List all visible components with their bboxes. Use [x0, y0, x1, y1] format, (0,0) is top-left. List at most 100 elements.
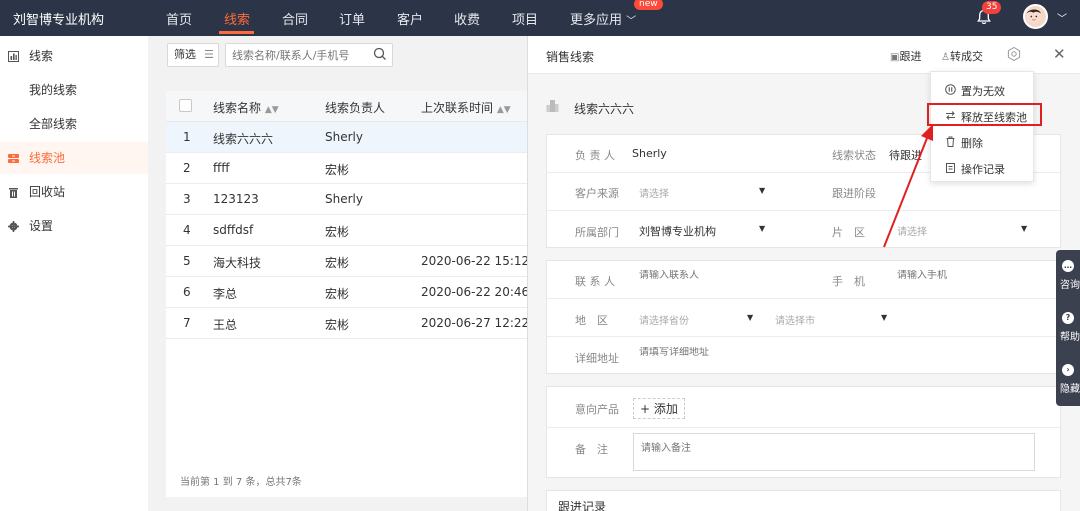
- pagination-summary: 当前第 1 到 7 条，总共7条: [180, 477, 302, 488]
- sidebar-item-all-leads[interactable]: 全部线索: [0, 108, 148, 140]
- last-contact-cell: 2020-06-27 12:22: [421, 316, 530, 330]
- brand-name[interactable]: 刘智博专业机构: [13, 9, 104, 28]
- remark-label: 备 注: [575, 443, 608, 456]
- user-icon: ♙: [941, 52, 950, 63]
- column-header-name[interactable]: 线索名称 ▲▼: [213, 99, 279, 116]
- search-input[interactable]: [225, 43, 393, 67]
- nav-more-apps[interactable]: 更多应用 ﹀: [570, 9, 636, 28]
- nav-orders[interactable]: 订单: [339, 9, 365, 28]
- menu-item-label: 操作记录: [961, 163, 1005, 176]
- table-row[interactable]: 1 线索六六六 Sherly: [166, 122, 528, 153]
- avatar-chevron-down-icon[interactable]: ﹀: [1057, 10, 1067, 25]
- highlight-annotation-box: [927, 103, 1042, 126]
- row-index: 7: [183, 316, 191, 330]
- table-row[interactable]: 7 王总 宏彬 2020-06-27 12:22: [166, 308, 530, 339]
- table-row[interactable]: 2 ffff 宏彬: [166, 153, 528, 184]
- lead-name-cell[interactable]: 王总: [213, 316, 237, 333]
- avatar[interactable]: [1023, 4, 1048, 29]
- row-index: 4: [183, 223, 191, 237]
- area-select[interactable]: 请选择 ▼: [897, 219, 1027, 239]
- menu-item-set-invalid[interactable]: 置为无效: [931, 78, 1035, 103]
- phone-input[interactable]: [897, 270, 1047, 281]
- sidebar-item-settings[interactable]: 设置: [0, 210, 148, 242]
- sidebar-item-leads[interactable]: 线索: [0, 40, 148, 72]
- lead-name-cell[interactable]: 海大科技: [213, 254, 261, 271]
- filter-button[interactable]: 筛选 ☰: [167, 43, 219, 67]
- chevron-right-icon: ›: [1062, 364, 1074, 376]
- pool-icon: [8, 154, 19, 163]
- hide-button[interactable]: › 隐藏: [1056, 356, 1080, 408]
- lead-name-cell[interactable]: sdffdsf: [213, 223, 253, 237]
- table-row[interactable]: 6 李总 宏彬 2020-06-22 20:46: [166, 277, 530, 308]
- nav-leads[interactable]: 线索: [224, 9, 250, 28]
- owner-cell: 宏彬: [325, 318, 350, 332]
- table-row[interactable]: 3 123123 Sherly: [166, 184, 528, 215]
- search-icon[interactable]: [373, 47, 387, 61]
- select-all-checkbox[interactable]: [179, 99, 192, 112]
- lead-name-cell[interactable]: 线索六六六: [213, 130, 273, 147]
- caret-down-icon: ▼: [747, 313, 754, 322]
- city-placeholder: 请选择市: [775, 316, 815, 327]
- contact-input[interactable]: [639, 270, 789, 281]
- follow-up-button[interactable]: ▣跟进: [890, 48, 921, 64]
- nav-projects[interactable]: 项目: [512, 9, 538, 28]
- caret-down-icon: ▼: [759, 186, 766, 195]
- consult-button[interactable]: … 咨询: [1056, 252, 1080, 304]
- nav-fees[interactable]: 收费: [454, 9, 480, 28]
- department-label: 所属部门: [575, 226, 619, 239]
- lead-name-title: 线索六六六: [574, 102, 635, 116]
- nav-contracts[interactable]: 合同: [282, 9, 308, 28]
- table-header: 线索名称 ▲▼ 线索负责人 上次联系时间 ▲▼: [166, 91, 528, 122]
- add-product-button[interactable]: + 添加: [633, 398, 685, 419]
- convert-deal-label: 转成交: [949, 50, 983, 63]
- last-contact-cell: 2020-06-22 15:12: [421, 254, 530, 268]
- owner-cell: 宏彬: [325, 256, 350, 270]
- source-select[interactable]: 请选择 ▼: [639, 181, 769, 201]
- menu-item-operation-log[interactable]: 操作记录: [931, 156, 1035, 181]
- convert-deal-button[interactable]: ♙转成交: [941, 48, 983, 64]
- address-input[interactable]: [639, 347, 939, 358]
- nav-home[interactable]: 首页: [166, 9, 192, 28]
- menu-item-label: 置为无效: [961, 85, 1005, 98]
- department-select[interactable]: 刘智博专业机构 ▼: [639, 219, 769, 239]
- gear-icon[interactable]: [1006, 46, 1022, 62]
- owner-value: Sherly: [632, 147, 667, 160]
- chat-icon: …: [1062, 260, 1074, 272]
- column-header-last-contact[interactable]: 上次联系时间 ▲▼: [421, 99, 511, 116]
- region-label: 地 区: [575, 314, 608, 327]
- lead-name-cell[interactable]: 李总: [213, 285, 237, 302]
- nav-customers[interactable]: 客户: [397, 9, 423, 28]
- province-select[interactable]: 请选择省份 ▼: [639, 308, 759, 328]
- sidebar-item-recycle-bin[interactable]: 回收站: [0, 176, 148, 208]
- lead-name-cell[interactable]: 123123: [213, 192, 259, 206]
- table-row[interactable]: 4 sdffdsf 宏彬: [166, 215, 528, 246]
- divider: [547, 427, 1062, 428]
- consult-label: 咨询: [1060, 280, 1080, 291]
- sidebar-item-lead-pool[interactable]: 线索池: [0, 142, 148, 174]
- caret-down-icon: ▼: [1021, 224, 1028, 233]
- remark-textarea[interactable]: [633, 433, 1035, 471]
- city-select[interactable]: 请选择市 ▼: [775, 308, 895, 328]
- sidebar-item-label: 设置: [29, 219, 54, 233]
- table-row[interactable]: 5 海大科技 宏彬 2020-06-22 15:12: [166, 246, 530, 277]
- lead-name-cell[interactable]: ffff: [213, 161, 230, 175]
- close-icon[interactable]: ✕: [1053, 45, 1066, 63]
- divider: [547, 298, 1062, 299]
- sidebar-item-my-leads[interactable]: 我的线索: [0, 74, 148, 106]
- area-placeholder: 请选择: [897, 227, 927, 238]
- row-index: 2: [183, 161, 191, 175]
- follow-record-card: [546, 490, 1061, 511]
- sidebar-item-label: 回收站: [29, 185, 66, 199]
- nav-active-indicator: [219, 31, 254, 34]
- status-value: 待跟进: [889, 149, 922, 162]
- last-contact-cell: 2020-06-22 20:46: [421, 285, 530, 299]
- owner-cell: Sherly: [325, 192, 363, 206]
- help-button[interactable]: ? 帮助: [1056, 304, 1080, 356]
- menu-item-delete[interactable]: 删除: [931, 130, 1035, 155]
- sidebar-item-label: 我的线索: [29, 83, 78, 97]
- address-label: 详细地址: [575, 352, 619, 365]
- gear-icon: [8, 221, 19, 232]
- row-index: 6: [183, 285, 191, 299]
- column-header-owner[interactable]: 线索负责人: [325, 99, 385, 116]
- pause-icon: [945, 84, 956, 95]
